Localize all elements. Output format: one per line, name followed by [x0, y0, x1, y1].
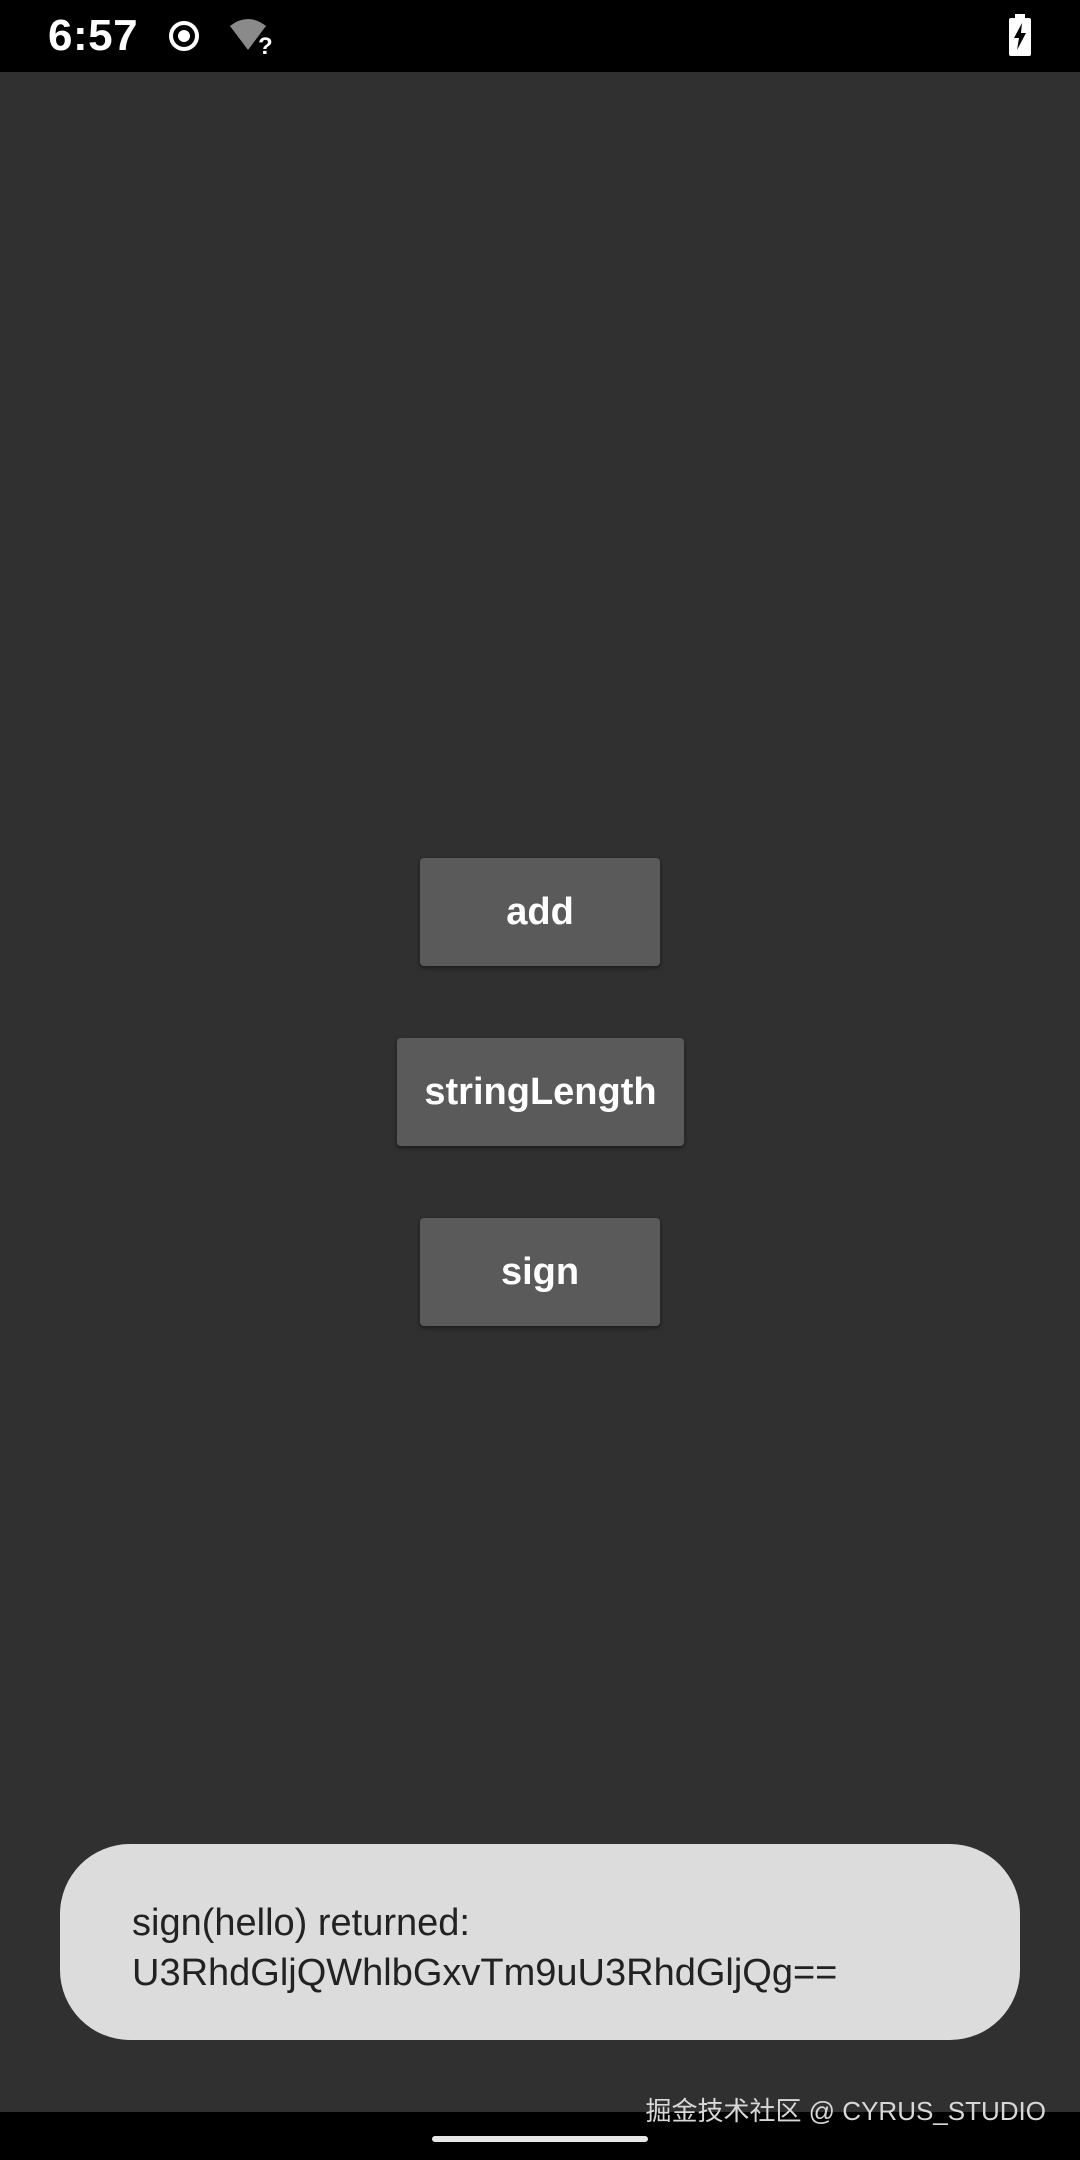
string-length-button[interactable]: stringLength	[397, 1038, 684, 1146]
status-time: 6:57	[48, 11, 139, 60]
home-gesture-handle[interactable]	[432, 2136, 648, 2142]
wifi-unknown-icon: ?	[228, 16, 276, 61]
toast-message: sign(hello) returned: U3RhdGljQWhlbGxvTm…	[60, 1844, 1020, 2040]
string-length-button-label: stringLength	[424, 1070, 657, 1113]
record-icon	[168, 20, 200, 57]
sign-button[interactable]: sign	[420, 1218, 660, 1326]
sign-button-label: sign	[500, 1250, 580, 1293]
status-bar: 6:57 ?	[0, 0, 1080, 72]
toast-line-2: U3RhdGljQWhlbGxvTm9uU3RhdGljQg==	[132, 1952, 838, 1994]
add-button-label: add	[506, 890, 574, 933]
watermark: 掘金技术社区 @ CYRUS_STUDIO	[645, 2096, 1046, 2126]
add-button[interactable]: add	[420, 858, 660, 966]
wifi-question-mark: ?	[258, 33, 273, 56]
toast-line-1: sign(hello) returned:	[132, 1902, 470, 1944]
battery-charging-icon	[1008, 14, 1032, 61]
